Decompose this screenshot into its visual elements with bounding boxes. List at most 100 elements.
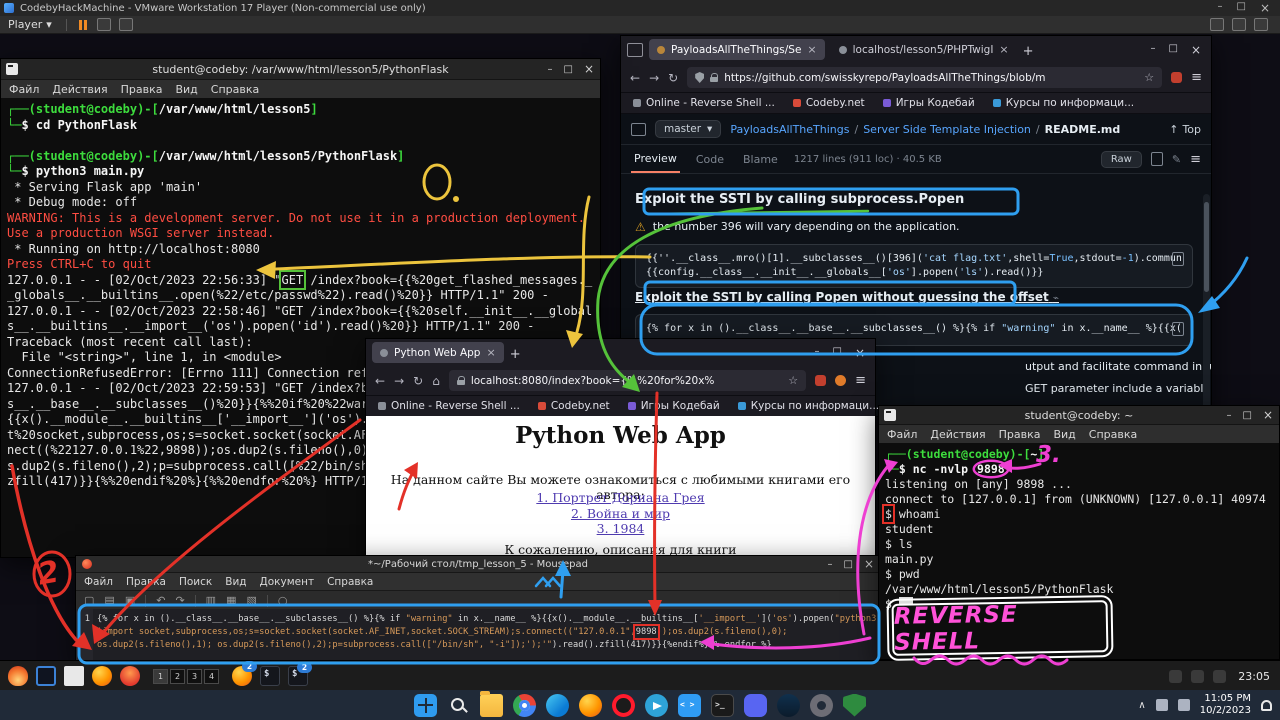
editor-titlebar[interactable]: *~/Рабочий стол/tmp_lesson_5 - Mousepad xyxy=(76,556,880,573)
new-tab-button[interactable] xyxy=(1023,40,1034,59)
tab-preview[interactable]: Preview xyxy=(631,146,680,173)
settings-icon[interactable] xyxy=(810,694,833,717)
terminal-icon[interactable] xyxy=(711,694,734,717)
tab-code[interactable]: Code xyxy=(693,147,727,172)
code-block-subprocess[interactable]: {{''.__class__.mro()[1].__subclasses__()… xyxy=(635,244,1193,288)
close-tab-icon[interactable] xyxy=(999,43,1008,56)
menu-item[interactable]: Правка xyxy=(121,83,163,96)
network-tray-icon[interactable] xyxy=(1169,670,1182,683)
open-file-icon[interactable]: ▤ xyxy=(104,594,114,607)
firefox-launcher-icon[interactable] xyxy=(92,666,112,686)
edge-icon[interactable] xyxy=(546,694,569,717)
firefox-icon[interactable] xyxy=(579,694,602,717)
ublock-extension-icon[interactable] xyxy=(815,375,826,386)
maximize-icon[interactable] xyxy=(563,64,572,75)
workspace-number[interactable]: 1 xyxy=(153,669,168,684)
reload-icon[interactable]: ↻ xyxy=(413,374,423,388)
displays-icon[interactable] xyxy=(36,666,56,686)
ctrl-alt-del-icon[interactable] xyxy=(97,18,111,31)
telegram-icon[interactable] xyxy=(645,694,668,717)
terminal-titlebar[interactable]: student@codeby: /var/www/html/lesson5/Py… xyxy=(1,59,600,80)
menu-icon[interactable]: ≡ xyxy=(1191,70,1202,85)
shield-icon[interactable] xyxy=(843,694,866,717)
close-icon[interactable] xyxy=(1263,408,1273,422)
tab-localhost-phptwig[interactable]: localhost/lesson5/PHPTwigI xyxy=(831,39,1017,60)
bookmark-star-icon[interactable]: ☆ xyxy=(788,374,798,387)
raw-button[interactable]: Raw xyxy=(1101,151,1142,168)
unity-icon[interactable] xyxy=(1232,18,1246,31)
player-menu[interactable]: Player▾ xyxy=(0,18,60,31)
minimize-icon[interactable] xyxy=(547,64,552,75)
back-icon[interactable]: ← xyxy=(375,374,385,388)
maximize-icon[interactable] xyxy=(843,559,852,570)
wifi-icon[interactable] xyxy=(1156,699,1168,711)
menu-item[interactable]: Документ xyxy=(260,576,315,588)
terminal-titlebar[interactable]: student@codeby: ~ xyxy=(879,406,1279,425)
workspace-number[interactable]: 3 xyxy=(187,669,202,684)
new-tab-button[interactable] xyxy=(510,343,521,362)
menu-item[interactable]: Справка xyxy=(1089,428,1137,441)
minimize-icon[interactable] xyxy=(1217,1,1222,15)
tracking-shield-icon[interactable] xyxy=(695,72,704,83)
minimize-icon[interactable] xyxy=(1226,410,1231,421)
close-icon[interactable] xyxy=(864,557,874,571)
workspace-number[interactable]: 2 xyxy=(170,669,185,684)
menu-item[interactable]: Вид xyxy=(225,576,246,588)
undo-icon[interactable]: ↶ xyxy=(156,594,165,607)
maximize-icon[interactable] xyxy=(832,346,841,360)
discord-icon[interactable] xyxy=(744,694,767,717)
menu-item[interactable]: Файл xyxy=(84,576,113,588)
menu-item[interactable]: Действия xyxy=(930,428,985,441)
close-icon[interactable] xyxy=(1191,43,1201,57)
bookmark-star-icon[interactable]: ☆ xyxy=(1144,71,1154,84)
start-icon[interactable] xyxy=(414,694,437,717)
back-to-top-link[interactable]: ↑Top xyxy=(1169,123,1201,136)
steam-icon[interactable] xyxy=(777,694,800,717)
minimize-icon[interactable] xyxy=(827,559,832,570)
cut-icon[interactable]: ▥ xyxy=(206,594,216,607)
book-link-1[interactable]: 1. Портрет Дориана Грея xyxy=(366,490,875,506)
console-icon[interactable] xyxy=(1254,18,1268,31)
devices-icon[interactable] xyxy=(119,18,133,31)
forward-icon[interactable]: → xyxy=(649,71,659,85)
forward-icon[interactable]: → xyxy=(394,374,404,388)
copy-code-icon[interactable] xyxy=(1172,252,1184,266)
terminal-output[interactable]: ┌──(student@codeby)-[~]└─$ nc -nvlp 9898… xyxy=(879,443,1279,659)
menu-icon[interactable]: ≡ xyxy=(855,373,866,388)
menu-item[interactable]: Поиск xyxy=(179,576,212,588)
menu-item[interactable]: Правка xyxy=(999,428,1041,441)
tab-python-web-app[interactable]: Python Web App xyxy=(372,342,504,363)
close-tab-icon[interactable] xyxy=(807,43,816,56)
paste-icon[interactable]: ▧ xyxy=(246,594,256,607)
menu-item[interactable]: Справка xyxy=(327,576,373,588)
minimize-icon[interactable] xyxy=(1150,43,1155,57)
file-tree-icon[interactable] xyxy=(631,123,646,136)
vm-clock[interactable]: 23:05 xyxy=(1238,670,1270,683)
bookmark-item[interactable]: Online - Reverse Shell ... xyxy=(633,97,775,109)
bookmark-item[interactable]: Codeby.net xyxy=(538,400,610,412)
bookmark-item[interactable]: Codeby.net xyxy=(793,97,865,109)
workspace-number[interactable]: 4 xyxy=(204,669,219,684)
tray-chevron-icon[interactable]: ∧ xyxy=(1138,700,1145,711)
edit-pencil-icon[interactable]: ✎ xyxy=(1172,153,1181,166)
menu-item[interactable]: Вид xyxy=(1053,428,1075,441)
close-icon[interactable] xyxy=(1260,1,1270,15)
menu-item[interactable]: Справка xyxy=(211,83,259,96)
menu-item[interactable]: Вид xyxy=(175,83,197,96)
editor-text[interactable]: {% for x in ().__class__.__base__.__subc… xyxy=(93,609,880,660)
tab-payloadsallthethings[interactable]: PayloadsAllTheThings/Se xyxy=(649,39,825,60)
copy-code-icon[interactable] xyxy=(1172,322,1184,336)
ublock-extension-icon[interactable] xyxy=(1171,72,1182,83)
redo-icon[interactable]: ↷ xyxy=(175,594,184,607)
workspace-pager[interactable]: 1234 xyxy=(153,669,219,684)
maximize-icon[interactable] xyxy=(1168,43,1177,57)
bookmark-item[interactable]: Игры Кодебай xyxy=(883,97,975,109)
files-icon[interactable] xyxy=(64,666,84,686)
volume-icon[interactable] xyxy=(1178,699,1190,711)
taskbar-firefox-windows[interactable]: 2 xyxy=(232,666,252,686)
applications-menu-icon[interactable] xyxy=(8,666,28,686)
bookmark-item[interactable]: Курсы по информаци... xyxy=(993,97,1134,109)
copy-icon[interactable]: ▦ xyxy=(226,594,236,607)
breadcrumb-repo[interactable]: PayloadsAllTheThings xyxy=(730,123,849,136)
fullscreen-icon[interactable] xyxy=(1210,18,1224,31)
